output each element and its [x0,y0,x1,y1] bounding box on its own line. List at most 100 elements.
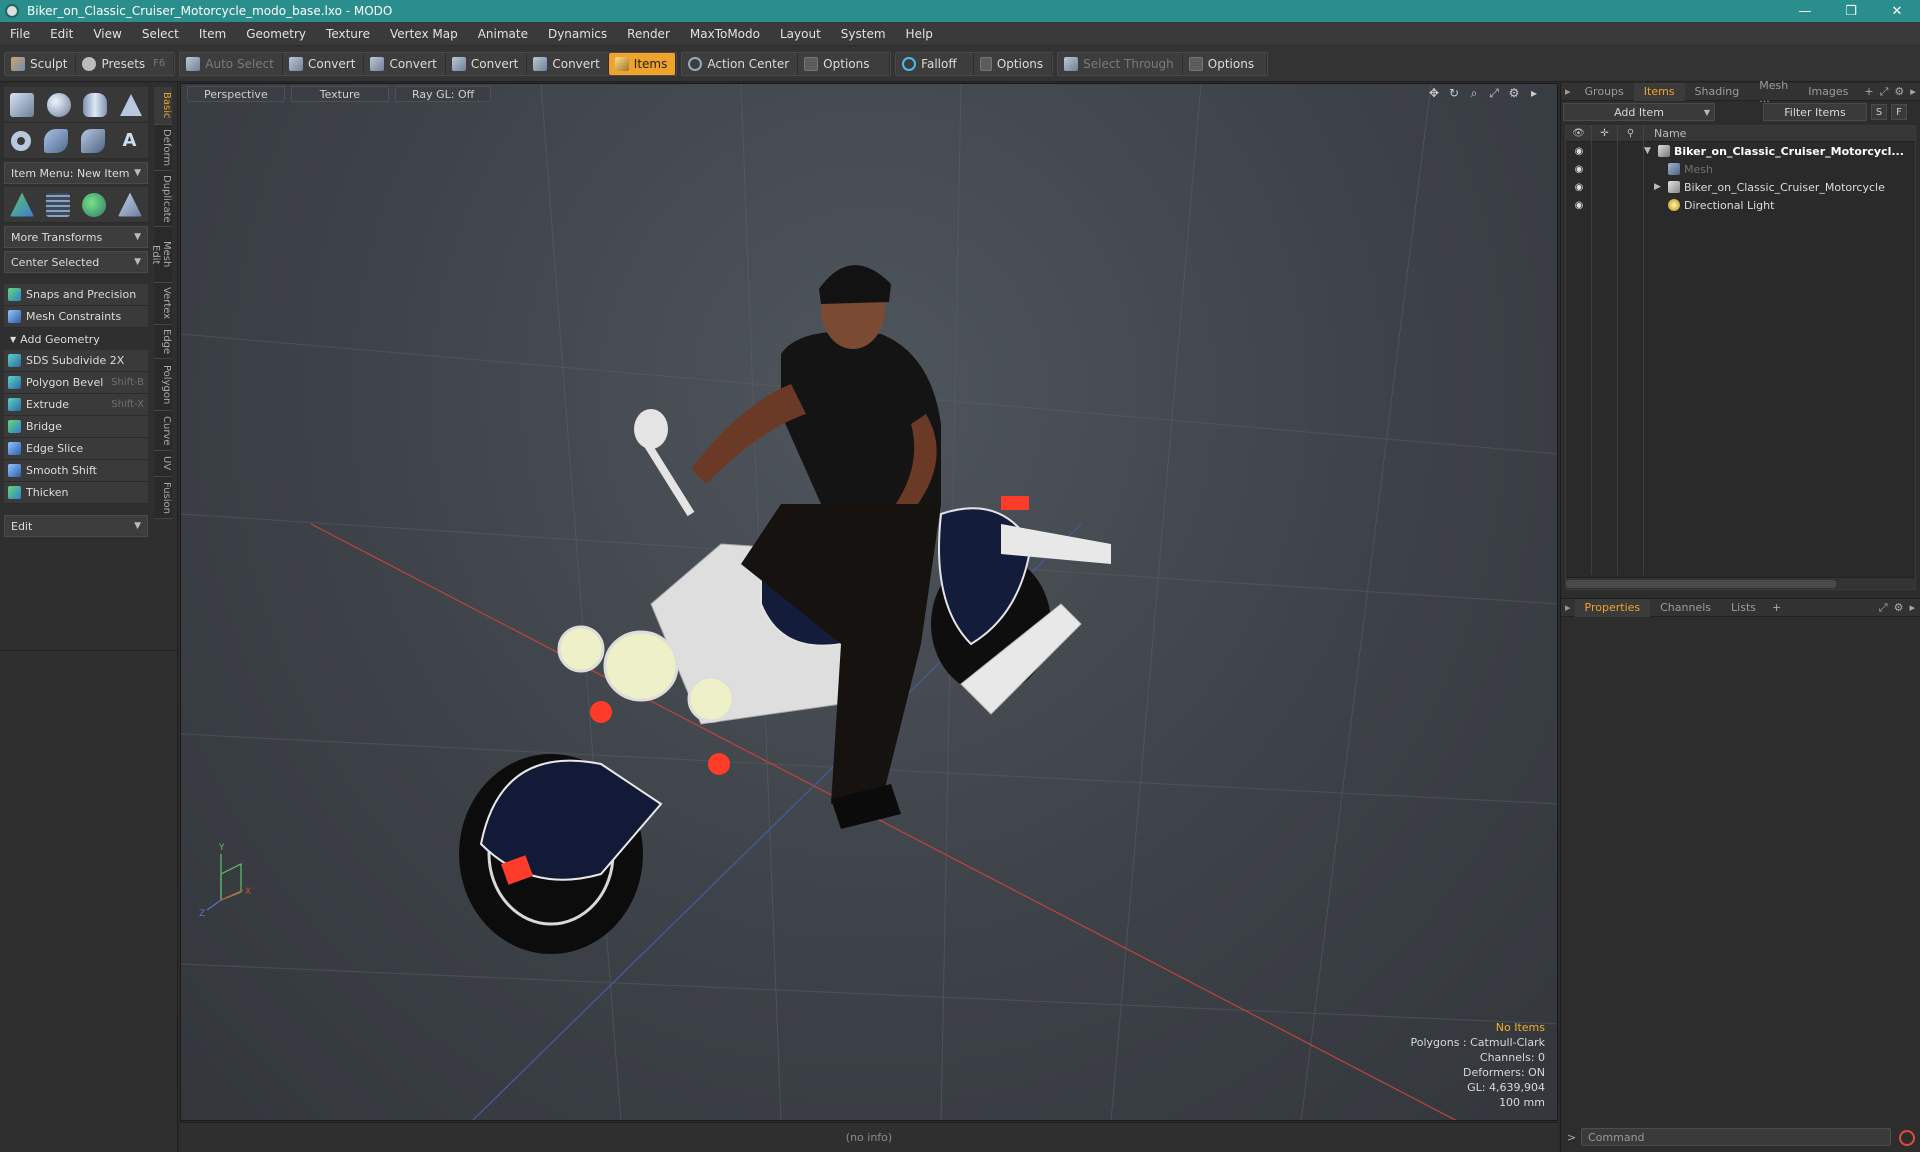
panel-menu-icon[interactable]: ▸ [1561,83,1575,101]
play-icon[interactable]: ▸ [1527,86,1541,100]
tree-row-motorcycle-group[interactable]: ◉ ▶ Biker_on_Classic_Cruiser_Motorcycle [1566,178,1915,196]
type-column-icon[interactable]: ⚲ [1618,125,1644,142]
tab-shading[interactable]: Shading [1685,83,1750,101]
pan-icon[interactable]: ✥ [1427,86,1441,100]
tab-items[interactable]: Items [1633,82,1685,101]
tree-horizontal-scrollbar[interactable] [1566,577,1915,589]
select-through-options-button[interactable]: Options [1183,52,1267,75]
edge-slice-button[interactable]: Edge Slice [4,438,148,460]
tab-fusion[interactable]: Fusion [154,477,172,519]
play-icon[interactable]: ▸ [1910,85,1916,99]
tab-curve[interactable]: Curve [154,411,172,451]
center-selected-dropdown[interactable]: Center Selected ▼ [4,251,148,273]
falloff-button[interactable]: Falloff [896,52,975,75]
tab-uv[interactable]: UV [154,451,172,477]
gear-icon[interactable]: ⚙ [1894,601,1904,615]
polygon-bevel-button[interactable]: Polygon Bevel Shift-B [4,372,148,394]
cone-icon[interactable] [119,93,142,116]
raygl-toggle[interactable]: Ray GL: Off [395,86,492,102]
rotate-icon[interactable]: ↻ [1447,86,1461,100]
cylinder-icon[interactable] [83,92,108,117]
grid-icon[interactable] [46,192,70,217]
menu-file[interactable]: File [0,27,40,41]
tab-groups[interactable]: Groups [1575,83,1634,101]
sculpt-button[interactable]: Sculpt [5,52,77,75]
maximize-icon[interactable]: ⤢ [1487,86,1501,100]
tab-lists[interactable]: Lists [1721,599,1766,617]
add-tab-icon[interactable]: + [1858,83,1879,101]
name-column-header[interactable]: Name [1644,127,1686,140]
add-tab-icon[interactable]: + [1766,599,1787,617]
action-center-options-button[interactable]: Options [798,52,891,75]
menu-view[interactable]: View [83,27,131,41]
select-through-button[interactable]: Select Through [1058,52,1183,75]
convert-edges-button[interactable]: Convert [364,52,446,75]
menu-help[interactable]: Help [896,27,943,41]
shading-dropdown[interactable]: Texture [290,86,389,102]
gear-icon[interactable]: ⚙ [1894,85,1904,99]
eye-icon[interactable]: ◉ [1566,164,1592,175]
view-mode-dropdown[interactable]: Perspective [187,86,285,102]
menu-texture[interactable]: Texture [316,27,380,41]
presets-button[interactable]: Presets F6 [76,52,175,75]
menu-dynamics[interactable]: Dynamics [538,27,617,41]
expand-arrow-icon[interactable]: ▶ [1654,182,1668,192]
menu-item[interactable]: Item [189,27,236,41]
maximize-icon[interactable]: ⤢ [1880,85,1889,99]
edit-dropdown[interactable]: Edit ▼ [4,515,148,537]
expand-arrow-icon[interactable]: ▼ [1644,146,1658,156]
filter-s-button[interactable]: S [1871,104,1887,120]
eye-icon[interactable]: ◉ [1566,200,1592,211]
tab-polygon[interactable]: Polygon [154,359,172,411]
tube-icon[interactable] [43,128,68,153]
tab-mesh[interactable]: Mesh ... [1749,79,1798,105]
menu-system[interactable]: System [831,27,896,41]
pyramid-icon[interactable] [118,192,142,217]
cube-icon[interactable] [10,92,35,117]
action-center-button[interactable]: Action Center [682,52,799,75]
bridge-button[interactable]: Bridge [4,416,148,438]
convert-polygons-button[interactable]: Convert [446,52,528,75]
tab-images[interactable]: Images [1798,83,1858,101]
tree-row-mesh[interactable]: ◉ Mesh [1566,160,1915,178]
tree-row-scene[interactable]: ◉ ▼ Biker_on_Classic_Cruiser_Motorcycl..… [1566,142,1915,160]
menu-select[interactable]: Select [132,27,189,41]
items-mode-button[interactable]: Items [608,52,677,75]
play-icon[interactable]: ▸ [1909,601,1915,615]
restore-button[interactable]: ❐ [1828,0,1874,22]
tab-edge[interactable]: Edge [154,325,172,359]
sds-subdivide-button[interactable]: SDS Subdivide 2X [4,350,148,372]
convert-materials-button[interactable]: Convert [527,52,609,75]
visibility-column-icon[interactable]: 👁 [1566,125,1592,142]
close-button[interactable]: ✕ [1874,0,1920,22]
auto-select-button[interactable]: Auto Select [180,52,283,75]
zoom-icon[interactable]: ⌕ [1467,86,1481,100]
minimize-button[interactable]: — [1782,0,1828,22]
eye-icon[interactable]: ◉ [1566,146,1592,157]
filter-items-input[interactable]: Filter Items [1763,103,1867,121]
smooth-shift-button[interactable]: Smooth Shift [4,460,148,482]
tab-deform[interactable]: Deform [154,125,172,171]
gear-icon[interactable]: ⚙ [1507,86,1521,100]
convert-vertices-button[interactable]: Convert [283,52,365,75]
eye-icon[interactable]: ◉ [1566,182,1592,193]
lock-column-icon[interactable]: ✛ [1592,125,1618,142]
tab-properties[interactable]: Properties [1574,598,1651,617]
add-geometry-section[interactable]: ▼ Add Geometry [4,328,148,350]
menu-animate[interactable]: Animate [468,27,538,41]
menu-maxtomodo[interactable]: MaxToModo [680,27,770,41]
menu-vertex-map[interactable]: Vertex Map [380,27,468,41]
tree-row-directional-light[interactable]: ◉ Directional Light [1566,196,1915,214]
more-transforms-dropdown[interactable]: More Transforms ▼ [4,226,148,248]
item-menu-dropdown[interactable]: Item Menu: New Item ▼ [4,162,148,184]
snaps-and-precision-button[interactable]: Snaps and Precision [4,284,148,306]
menu-render[interactable]: Render [617,27,680,41]
tab-basic[interactable]: Basic [154,87,172,125]
mesh-constraints-button[interactable]: Mesh Constraints [4,306,148,328]
tab-channels[interactable]: Channels [1650,599,1721,617]
menu-edit[interactable]: Edit [40,27,83,41]
record-icon[interactable] [1899,1130,1915,1146]
tab-vertex[interactable]: Vertex [154,283,172,325]
torus-icon[interactable] [10,130,31,151]
3d-viewport[interactable]: Y X Z Perspective Texture Ray GL: Off ✥ … [180,83,1558,1121]
